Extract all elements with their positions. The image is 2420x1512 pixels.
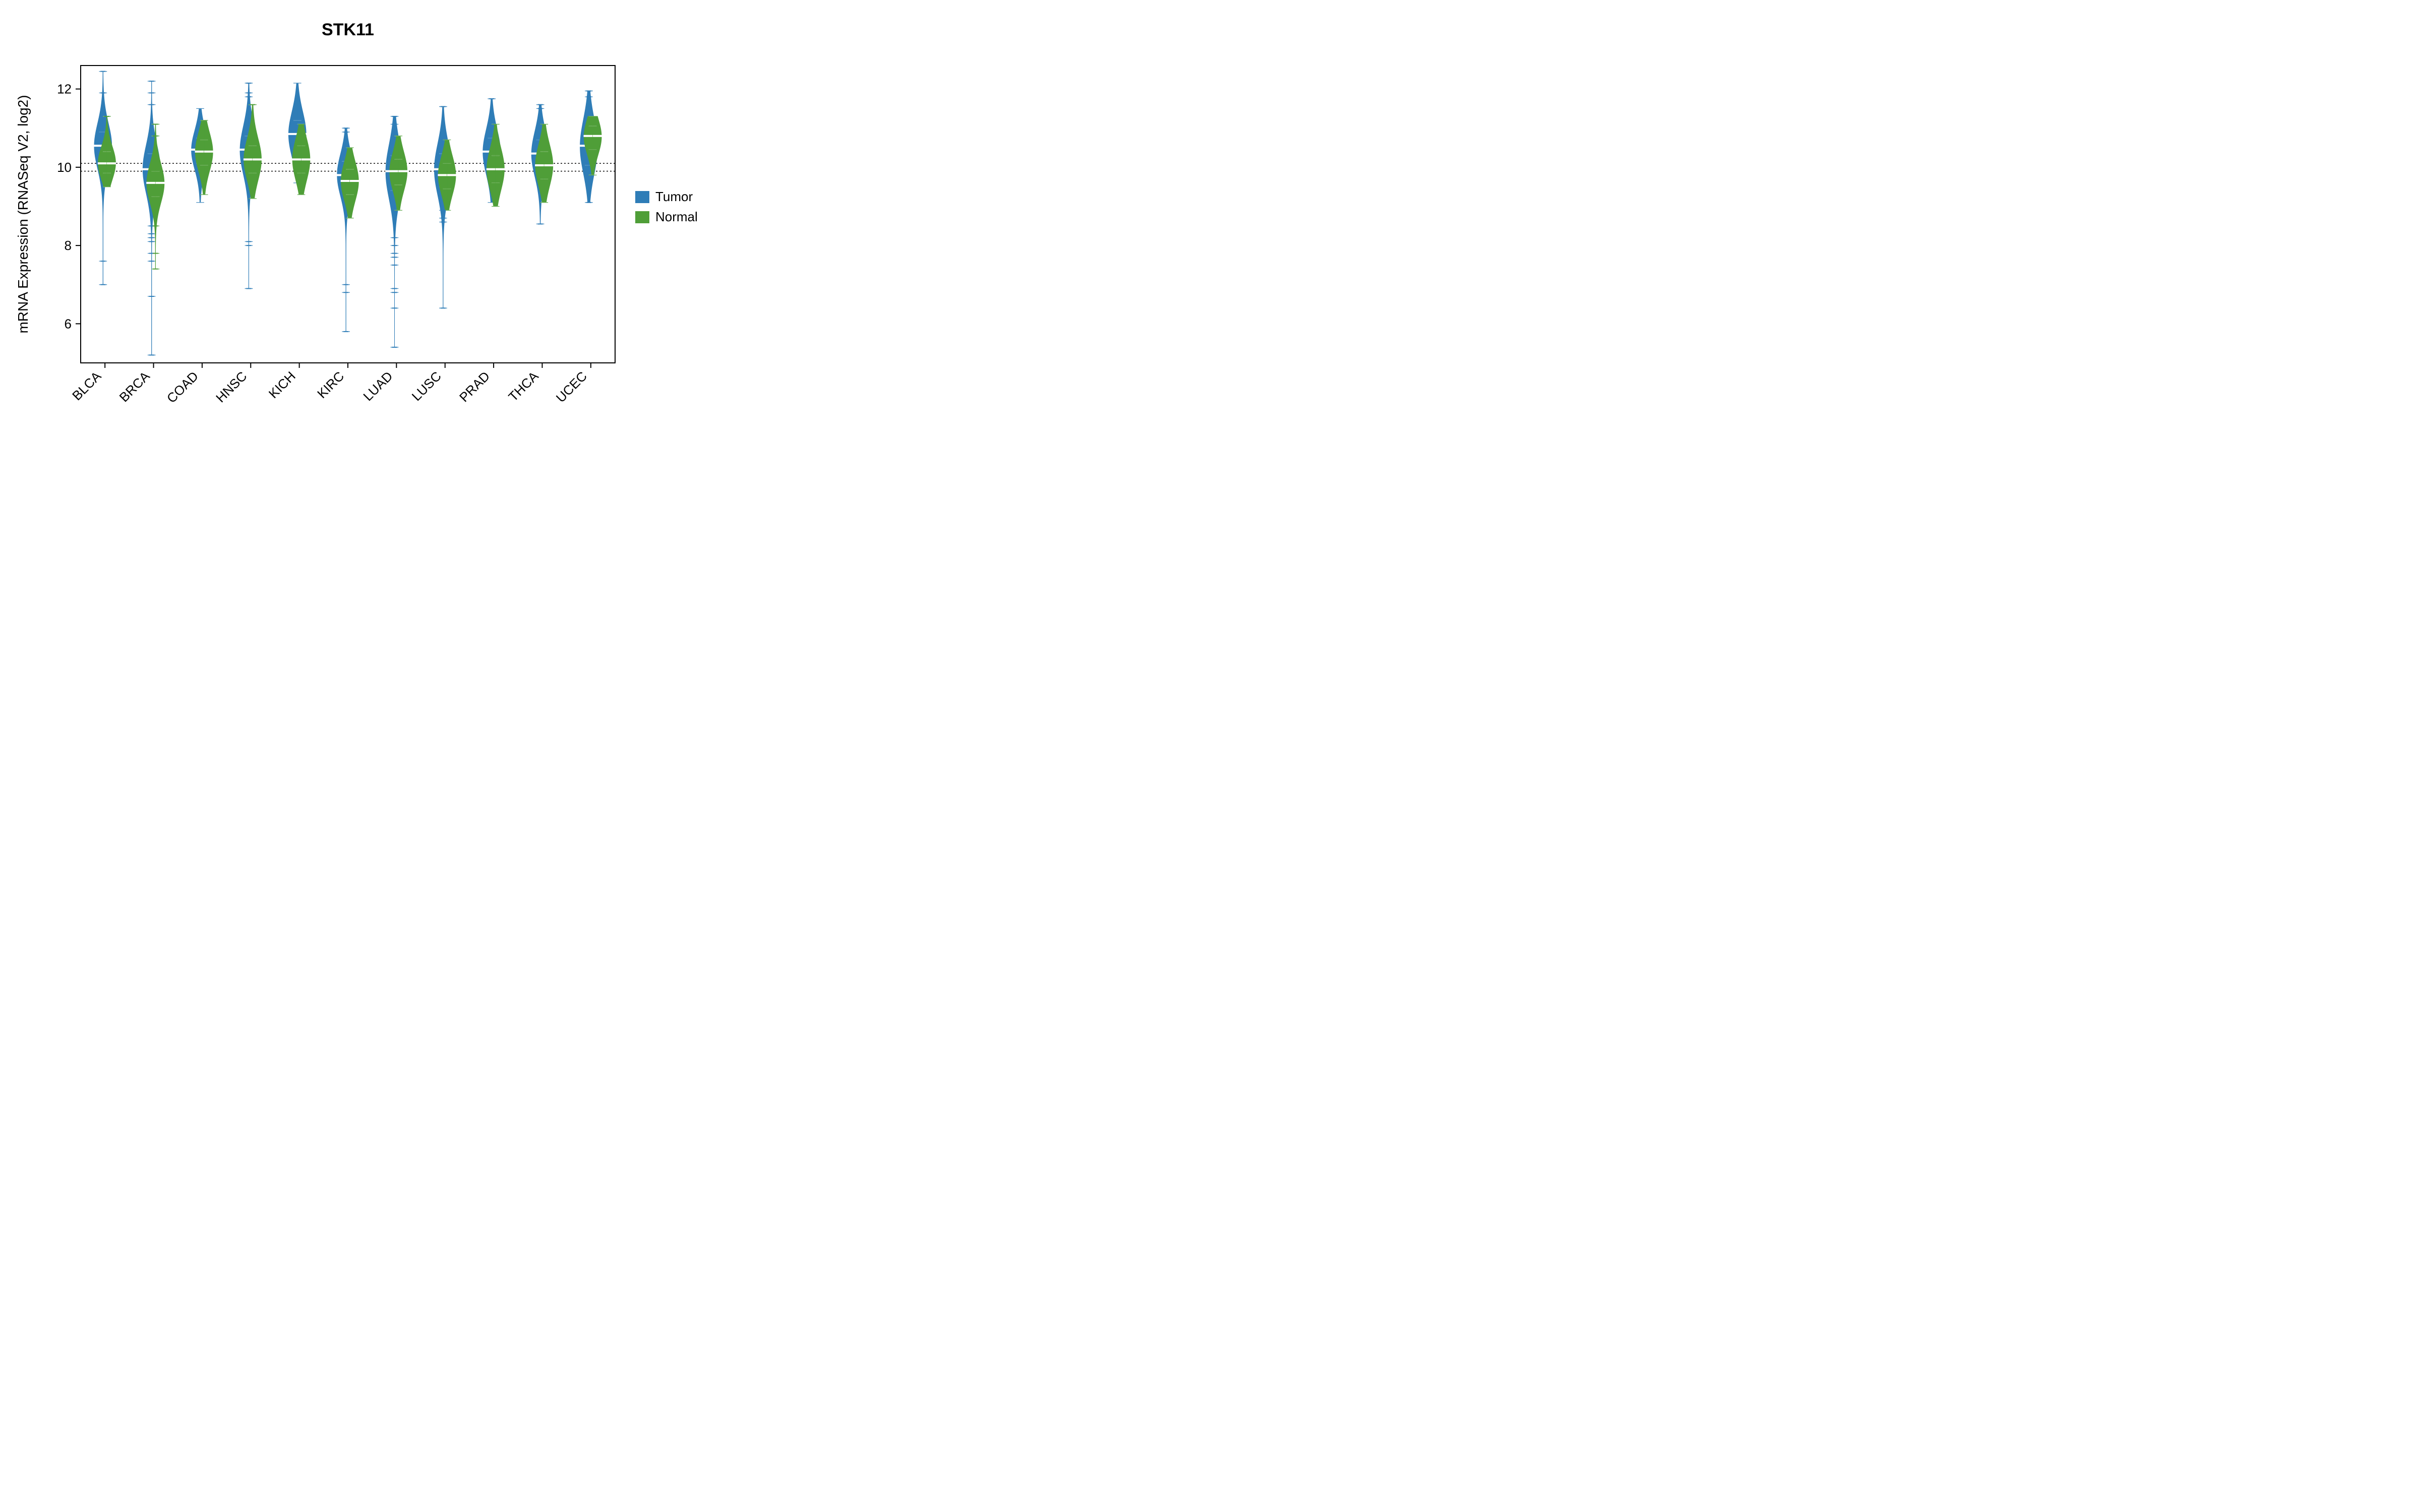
x-tick-label: LUSC: [409, 368, 444, 404]
legend-swatch: [635, 191, 649, 203]
x-tick-label: KICH: [266, 368, 298, 401]
x-tick-label: LUAD: [360, 368, 395, 404]
x-tick-label: COAD: [164, 368, 201, 406]
violin-normal: [253, 105, 261, 199]
x-tick-label: THCA: [505, 368, 541, 405]
violin-normal: [398, 136, 407, 211]
legend-label: Normal: [655, 209, 698, 224]
violin-tumor: [337, 128, 346, 332]
y-tick-label: 6: [65, 316, 72, 331]
violin-normal: [204, 120, 213, 195]
x-tick-label: BLCA: [69, 368, 104, 404]
violin-normal: [350, 148, 358, 218]
legend-swatch: [635, 211, 649, 223]
violin-normal: [496, 124, 504, 206]
violin-normal: [544, 124, 553, 202]
violin-tumor: [143, 81, 151, 355]
legend-label: Tumor: [655, 189, 693, 204]
x-tick-label: UCEC: [553, 368, 590, 405]
y-tick-label: 8: [65, 238, 72, 253]
x-tick-label: KIRC: [314, 368, 347, 401]
y-tick-label: 10: [57, 160, 72, 175]
violin-normal: [593, 116, 601, 175]
violin-tumor: [435, 107, 443, 308]
x-tick-label: HNSC: [213, 368, 250, 405]
x-tick-label: BRCA: [116, 368, 153, 405]
violin-tumor: [240, 83, 249, 289]
beanplot-chart: STK11 6 8 10 12 mRNA Expression (RNASeq V2, l…: [0, 0, 736, 460]
chart-title: STK11: [322, 20, 374, 39]
y-axis-label: mRNA Expression (RNASeq V2, log2): [15, 95, 31, 333]
y-tick-label: 12: [57, 82, 72, 97]
x-tick-label: PRAD: [456, 368, 493, 405]
